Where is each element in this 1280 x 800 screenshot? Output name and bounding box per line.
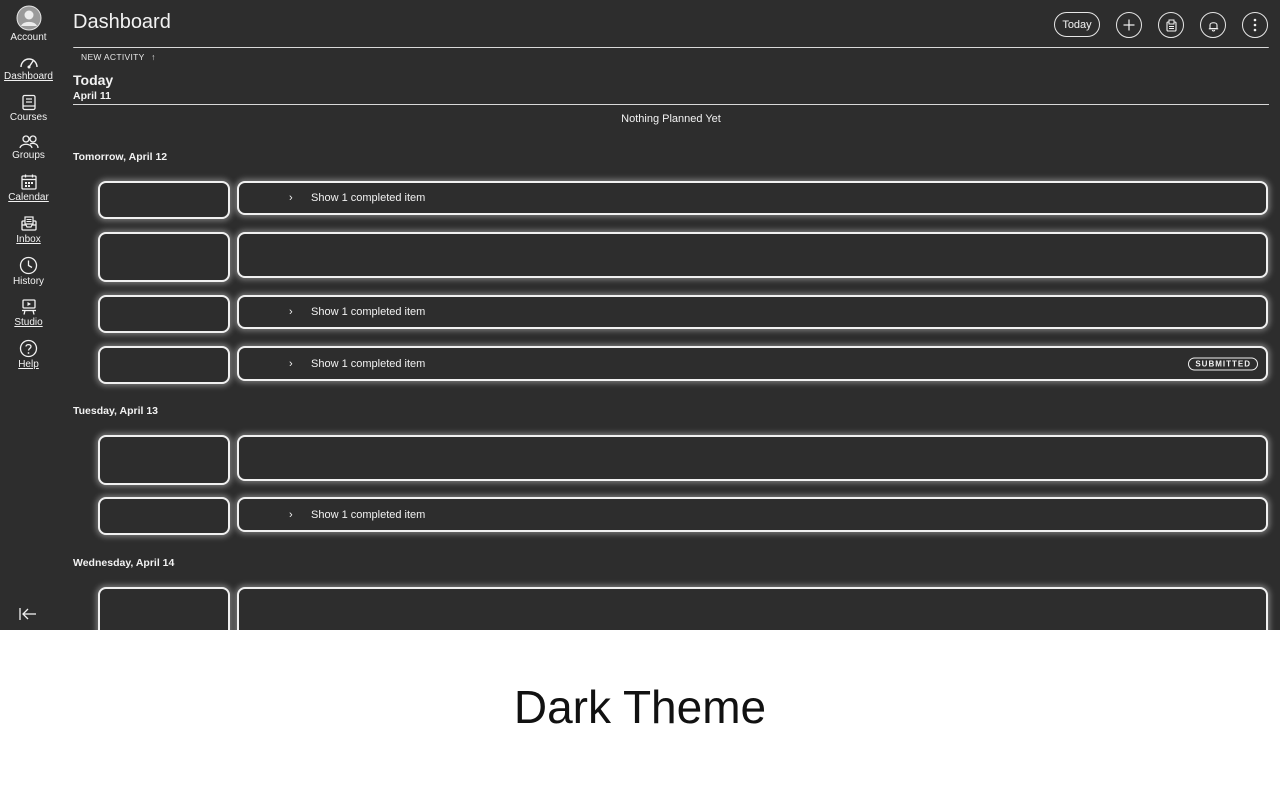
nav-groups[interactable]: Groups [0,134,57,162]
gradebook-icon [1165,19,1177,32]
collapse-arrow-icon [19,608,36,620]
nav-inbox-label: Inbox [16,234,41,245]
show-completed-toggle[interactable]: › Show 1 completed item [289,297,425,327]
planner-item-row [237,587,1268,630]
submitted-badge: SUBMITTED [1188,357,1258,370]
nav-studio-label: Studio [14,317,43,328]
nav-history-label: History [12,276,45,287]
planner-item-row: › Show 1 completed item [237,295,1268,329]
nav-inbox[interactable]: Inbox [0,215,57,246]
chevron-right-icon: › [289,306,293,318]
planner-item-row: › Show 1 completed item [237,181,1268,215]
new-activity-label: NEW ACTIVITY [81,52,145,62]
planner-item-row [237,435,1268,481]
notifications-button[interactable] [1200,12,1226,38]
planner-item-row [237,232,1268,278]
planner-main: Dashboard Today NEW ACTIVITY ↑ Today Apr… [57,0,1280,630]
caption-title: Dark Theme [513,681,767,733]
plus-icon [1123,19,1135,31]
show-completed-label: Show 1 completed item [311,357,426,370]
course-card [98,232,230,282]
collapse-nav-button[interactable] [18,606,38,627]
new-activity-button[interactable]: NEW ACTIVITY ↑ [81,52,156,62]
nav-courses-label: Courses [9,112,48,123]
today-date: April 11 [73,90,111,102]
course-card [98,295,230,333]
inbox-icon [20,216,37,231]
up-arrow-icon: ↑ [151,52,156,62]
day-heading: Tomorrow, April 12 [73,151,168,163]
nav-account[interactable]: Account [0,5,57,44]
nothing-planned-text: Nothing Planned Yet [621,113,721,125]
nav-account-label: Account [10,32,47,43]
help-icon [19,339,38,358]
course-card [98,497,230,535]
day-heading: Wednesday, April 14 [73,557,175,569]
more-options-button[interactable] [1242,12,1268,38]
account-icon [16,5,41,31]
show-completed-toggle[interactable]: › Show 1 completed item [289,348,425,379]
course-card [98,346,230,384]
show-completed-label: Show 1 completed item [311,508,426,521]
calendar-icon [20,174,37,190]
today-heading: Today [73,72,114,88]
show-completed-label: Show 1 completed item [311,192,426,204]
planner-item-row: › Show 1 completed item [237,497,1268,532]
nav-dashboard[interactable]: Dashboard [0,55,57,83]
today-divider [73,104,1269,105]
studio-icon [21,299,36,315]
app-window: Account Dashboard Courses Groups Calenda… [0,0,1280,630]
nav-groups-label: Groups [12,150,45,161]
bell-icon [1208,21,1218,31]
course-card [98,587,230,630]
groups-icon [18,135,39,149]
nav-dashboard-label: Dashboard [4,71,53,82]
course-card [98,435,230,485]
show-completed-toggle[interactable]: › Show 1 completed item [289,499,425,530]
chevron-right-icon: › [289,192,293,204]
nav-studio[interactable]: Studio [0,298,57,329]
show-completed-label: Show 1 completed item [311,306,426,318]
page-title: Dashboard [73,11,171,33]
courses-icon [21,94,36,111]
dashboard-icon [19,58,38,69]
course-card [98,181,230,219]
nav-courses[interactable]: Courses [0,94,57,124]
kebab-menu-icon [1253,18,1257,32]
nav-calendar-label: Calendar [8,192,49,203]
history-icon [19,256,38,275]
global-nav: Account Dashboard Courses Groups Calenda… [0,0,57,630]
header-divider [73,47,1269,48]
nav-history[interactable]: History [0,256,57,288]
grades-button[interactable] [1158,12,1184,38]
day-heading: Tuesday, April 13 [73,405,158,417]
add-todo-button[interactable] [1116,12,1142,38]
nav-help[interactable]: Help [0,339,57,371]
chevron-right-icon: › [289,357,293,370]
nav-help-label: Help [18,359,39,370]
nav-calendar[interactable]: Calendar [0,173,57,204]
today-button[interactable]: Today [1054,12,1100,37]
chevron-right-icon: › [289,508,293,521]
planner-item-row: › Show 1 completed item SUBMITTED [237,346,1268,381]
show-completed-toggle[interactable]: › Show 1 completed item [289,183,425,213]
